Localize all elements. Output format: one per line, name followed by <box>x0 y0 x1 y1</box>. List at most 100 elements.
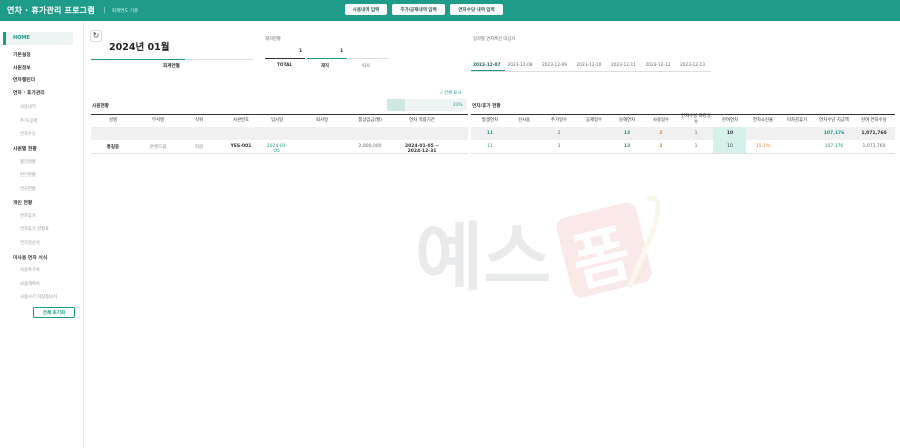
leave-cell: 13 <box>623 144 631 149</box>
status-active-value: 1 <box>340 49 344 54</box>
status-active-header: 재직 <box>321 64 329 69</box>
promo-date[interactable]: 2023-12-11 <box>611 63 636 68</box>
employee-section-label: 사원현황 <box>92 104 109 109</box>
title-separator: | <box>103 7 106 14</box>
sidebar-item-2[interactable]: 사원정보 <box>13 64 31 71</box>
leave-col-header: 연차수당 지급액 <box>819 118 849 123</box>
sidebar-item-10[interactable]: 연간현황 <box>20 172 36 178</box>
sidebar-item-13[interactable]: 연차휴가 <box>20 213 36 219</box>
sidebar-item-16[interactable]: 미사용 연차 서식 <box>13 254 47 261</box>
sidebar-home-label: HOME <box>13 35 30 41</box>
status-total-value: 1 <box>299 49 303 54</box>
leave-col-header: 사용일수 <box>652 118 670 123</box>
leave-cell: 2 <box>659 144 663 149</box>
sidebar-item-4[interactable]: 연차 · 휴가관리 <box>13 89 45 96</box>
status-retired-header: 퇴사 <box>362 64 370 69</box>
leave-cell: 2 <box>557 144 561 149</box>
sidebar-item-6[interactable]: 추가/공제 <box>20 118 37 124</box>
leave-cell: 1 <box>694 144 698 149</box>
promo-date[interactable]: 2023-12-07 <box>473 63 501 68</box>
progress-fill <box>387 99 406 111</box>
status-total-line <box>265 58 305 59</box>
leave-bottom-line <box>471 153 895 154</box>
leave-cell: 10 <box>727 144 733 149</box>
leave-summary-cell: 10 <box>726 131 734 136</box>
emp-cell: 직원 <box>194 145 204 150</box>
emp-col-header: 직위 <box>194 118 204 123</box>
progress-label: 23% <box>453 103 463 108</box>
fiscal-underline <box>91 59 185 60</box>
sidebar-item-19[interactable]: 사용시기 지정통보서 <box>20 294 57 300</box>
main-content: ↻ 2024년 01월 회계연월 재직현황 1 1 TOTAL 재직 퇴사 일자… <box>85 21 900 448</box>
sidebar-item-17[interactable]: 사용촉구서 <box>20 267 40 273</box>
leave-summary-cell: 2 <box>659 131 663 136</box>
sidebar: HOME 기본설정사원정보연차캘린더연차 · 휴가관리사용내역추가/공제연차수당… <box>0 21 84 448</box>
top-button-group: 사용내역 입력 추가/공제내역 입력 연차수당 내역 입력 <box>345 4 503 15</box>
sidebar-item-12[interactable]: 개인 현황 <box>13 199 32 206</box>
leave-cell: 1,071,760 <box>862 144 886 149</box>
leave-summary-cell: 11 <box>486 131 494 136</box>
status-active-line <box>307 58 347 59</box>
sidebar-item-1[interactable]: 기본설정 <box>13 51 31 58</box>
usage-input-button[interactable]: 사용내역 입력 <box>345 4 387 15</box>
allowance-input-button[interactable]: 연차수당 내역 입력 <box>450 4 503 15</box>
emp-header-top <box>91 114 468 115</box>
sidebar-item-18[interactable]: 사용계획서 <box>20 281 40 287</box>
leave-cell: 15.1% <box>755 144 771 149</box>
emp-cell: YES-001 <box>230 144 252 149</box>
app-title: 연차 · 휴가관리 프로그램 <box>7 6 95 15</box>
sidebar-item-7[interactable]: 연차수당 <box>20 131 36 137</box>
app-subtitle: 회계연도 기준 <box>111 8 139 14</box>
leave-col-header: 추가일수 <box>550 118 568 123</box>
emp-cell: 홍길동 <box>106 145 120 150</box>
leave-summary-cell: 2 <box>557 131 561 136</box>
leave-col-header: 잔여연차 <box>721 118 739 123</box>
promo-date[interactable]: 2023-12-13 <box>680 63 705 68</box>
promo-date[interactable]: 2023-12-09 <box>542 63 567 68</box>
emp-cell: 온앤드림 <box>149 145 167 150</box>
reset-all-button[interactable]: 전체 초기화 <box>33 307 75 318</box>
promo-date[interactable]: 2023-12-10 <box>577 63 602 68</box>
add-deduct-input-button[interactable]: 추가/공제내역 입력 <box>392 4 445 15</box>
date-row-line <box>471 71 711 72</box>
leave-cell: 107,176 <box>824 144 844 149</box>
sidebar-item-14[interactable]: 연차휴가 현황표 <box>20 226 49 232</box>
leave-summary-cell: 1 <box>694 131 698 136</box>
sidebar-item-11[interactable]: 연차현황 <box>20 186 36 192</box>
emp-col-header: 입사일 <box>270 118 284 123</box>
top-bar: 연차 · 휴가관리 프로그램 | 회계연도 기준 사용내역 입력 추가/공제내역… <box>0 0 900 21</box>
leave-col-header: 발생연차 <box>481 118 499 123</box>
fiscal-month-label: 회계연월 <box>163 64 180 69</box>
emp-col-header: 부서명 <box>151 118 165 123</box>
show-all-toggle[interactable]: √ 전체 표시 <box>440 90 461 96</box>
emp-col-header: 성명 <box>108 118 118 123</box>
sidebar-item-15[interactable]: 연차정산서 <box>20 240 40 246</box>
promo-date[interactable]: 2023-12-12 <box>646 63 671 68</box>
emp-summary-row <box>91 127 468 140</box>
sidebar-item-5[interactable]: 사용내역 <box>20 104 36 110</box>
leave-cell: 11 <box>487 144 493 149</box>
leave-col-header: 당해연차 <box>618 118 636 123</box>
promo-label: 일자별 연차촉진 대상자 <box>473 37 516 42</box>
status-total-header: TOTAL <box>277 63 293 68</box>
svg-text:예스: 예스 <box>415 216 551 299</box>
leave-col-header: 미차감휴가 <box>786 118 808 123</box>
refresh-button[interactable]: ↻ <box>90 30 102 42</box>
leave-col-header: 선사용 <box>517 118 531 123</box>
emp-bottom-line <box>91 153 468 154</box>
promo-date[interactable]: 2023-12-08 <box>508 63 533 68</box>
fiscal-underline-gray <box>185 59 253 60</box>
emp-col-header: 퇴사일 <box>315 118 329 123</box>
leave-col-header: 공제일수 <box>585 118 603 123</box>
status-retired-line <box>349 58 389 59</box>
emp-col-header: 사원번호 <box>232 118 250 123</box>
leave-summary-cell: 13 <box>623 131 631 136</box>
emp-col-header: 연차 적용기간 <box>409 118 435 123</box>
leave-col-header: 연차소진율 <box>752 118 774 123</box>
sidebar-item-home[interactable]: HOME <box>3 32 73 45</box>
sidebar-item-3[interactable]: 연차캘린더 <box>13 76 35 83</box>
leave-col-header: 잔여 연차수당 <box>861 118 887 123</box>
sidebar-item-8[interactable]: 사원별 현황 <box>13 145 37 152</box>
sidebar-item-9[interactable]: 월간현황 <box>20 159 36 165</box>
leave-summary-cell: 1,071,760 <box>861 131 887 136</box>
